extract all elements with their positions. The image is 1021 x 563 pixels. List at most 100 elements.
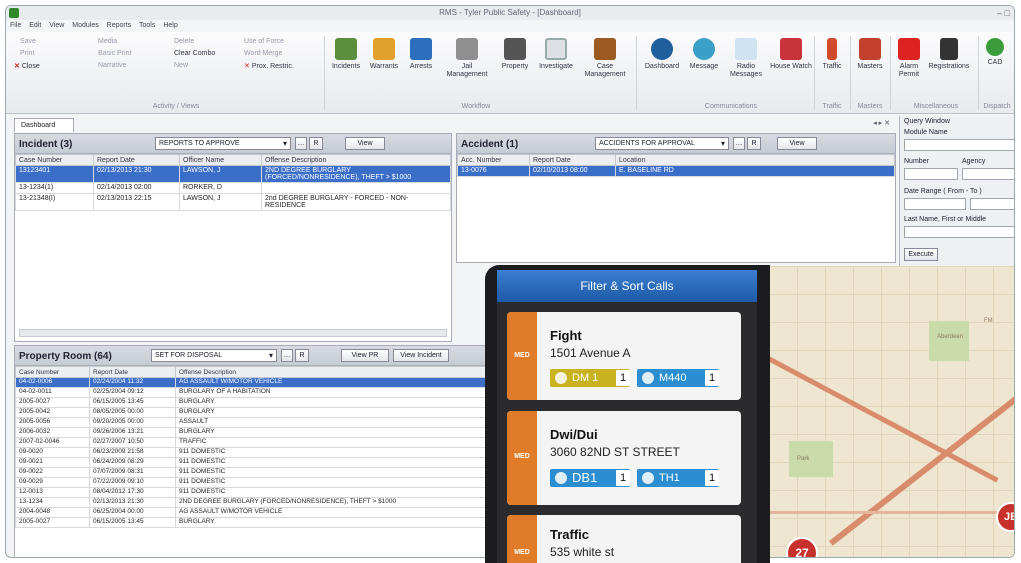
delete-button[interactable]: Delete [174,38,194,45]
table-row[interactable]: 13-0076 02/10/2013 08:00 E. BASELINE RD [457,165,895,177]
horizontal-scrollbar[interactable] [19,329,447,337]
accident-filter-select[interactable]: ACCIDENTS FOR APPROVAL [595,137,729,150]
menu-edit[interactable]: Edit [29,22,41,29]
save-button[interactable]: Save [20,38,36,45]
table-row[interactable]: 13123401 02/13/2013 21:30 LAWSON, J 2ND DEG… [15,165,451,183]
masters-button[interactable]: Masters [852,38,888,71]
table-row[interactable]: 09-0029 07/22/2009 09:10 911 DOMESTIC [15,477,493,488]
table-row[interactable]: 13-1234(1) 02/14/2013 02:00 RORKER, D [15,182,451,194]
group-traffic: Traffic [822,103,842,110]
agency-select[interactable] [962,168,1014,180]
basic-print-button[interactable]: Basic Print [98,50,131,57]
date-to-input[interactable] [970,198,1014,210]
table-row[interactable]: 2004-0048 06/25/2004 00:00 AG ASSAULT W/MO… [15,507,493,518]
table-row[interactable]: 04-02-0006 02/24/2004 11:32 AG ASSAULT W/M… [15,377,493,388]
jail-management-button[interactable]: Jail Management [446,38,488,79]
table-row[interactable]: 2005-0042 08/05/2005 00:00 BURGLARY [15,407,493,418]
col-case-number[interactable]: Case Number [15,154,94,166]
unit-badge[interactable]: DM 11 [550,369,630,387]
radio-messages-button[interactable]: Radio Messages [726,38,766,79]
col-report-date[interactable]: Report Date [529,154,616,166]
table-row[interactable]: 2007-02-0046 02/27/2007 10:50 TRAFFIC [15,437,493,448]
menu-view[interactable]: View [49,22,64,29]
map-view[interactable]: FM Aberdeen Park 27 JB [769,266,1014,557]
col-case-number[interactable]: Case Number [15,366,90,378]
window-controls[interactable]: – □ [997,6,1010,20]
arrests-button[interactable]: Arrests [404,38,438,71]
new-button[interactable]: New [174,62,188,69]
tab-close-icon[interactable]: ◂ ▸ ✕ [873,119,890,127]
arrests-icon [410,38,432,60]
use-of-force-button[interactable]: Use of Force [244,38,284,45]
col-offense-description[interactable]: Offense Description [175,366,493,378]
close-button[interactable]: ✕ Close [14,62,40,70]
accident-refresh-button[interactable]: R [747,137,761,150]
table-row[interactable]: 12-0013 08/04/2012 17:30 911 DOMESTIC [15,487,493,498]
unit-badge[interactable]: TH1 1 [637,469,719,487]
clear-combo-button[interactable]: Clear Combo [174,50,215,57]
warrants-button[interactable]: Warrants [366,38,402,71]
menu-reports[interactable]: Reports [107,22,132,29]
table-row[interactable]: 13-21348(I) 02/13/2013 22:15 LAWSON, J 2nd … [15,193,451,211]
date-from-input[interactable] [904,198,966,210]
unit-badge[interactable]: DB1 1 [550,469,630,487]
col-offense-description[interactable]: Offense Description [261,154,451,166]
property-ellipsis-button[interactable]: … [281,349,293,362]
execute-button[interactable]: Execute [904,248,938,261]
menu-help[interactable]: Help [163,22,177,29]
cell: 09-0020 [15,447,90,458]
accident-ellipsis-button[interactable]: … [733,137,745,150]
table-row[interactable]: 2005-0027 06/15/2005 13:45 BURGLARY [15,517,493,528]
narrative-button[interactable]: Narrative [98,62,126,69]
menu-tools[interactable]: Tools [139,22,155,29]
table-row[interactable]: 04-02-0011 02/25/2004 09:12 BURGLARY OF A … [15,387,493,398]
dashboard-button[interactable]: Dashboard [640,38,684,71]
col-location[interactable]: Location [615,154,895,166]
table-row[interactable]: 09-0021 06/24/2009 08:29 911 DOMESTIC [15,457,493,468]
incident-filter-select[interactable]: REPORTS TO APPROVE [155,137,291,150]
col-officer-name[interactable]: Officer Name [179,154,262,166]
col-report-date[interactable]: Report Date [89,366,176,378]
incident-ellipsis-button[interactable]: … [295,137,307,150]
property-filter-select[interactable]: SET FOR DISPOSAL [151,349,277,362]
word-merge-button[interactable]: Word Merge [244,50,282,57]
col-acc-number[interactable]: Acc. Number [457,154,530,166]
menu-file[interactable]: File [10,22,21,29]
table-row[interactable]: 13-1234 02/13/2013 21:30 2ND DEGREE BURGLA… [15,497,493,508]
view-incident-button[interactable]: View Incident [393,349,449,362]
table-row[interactable]: 2005-0056 09/20/2005 00:00 ASSAULT [15,417,493,428]
print-button[interactable]: Print [20,50,34,57]
case-management-button[interactable]: Case Management [584,38,626,79]
unit-badge[interactable]: M440 1 [637,369,719,387]
property-refresh-button[interactable]: R [295,349,309,362]
table-row[interactable]: 09-0022 07/07/2009 08:31 911 DOMESTIC [15,467,493,478]
incident-refresh-button[interactable]: R [309,137,323,150]
alarm-permit-button[interactable]: Alarm Permit [894,38,924,79]
call-card-dwi-dui[interactable]: MED Dwi/Dui 3060 82ND ST STREET DB1 1 TH1… [507,411,741,505]
table-row[interactable]: 09-0020 06/23/2009 21:58 911 DOMESTIC [15,447,493,458]
cad-button[interactable]: CAD [982,38,1008,67]
name-input[interactable] [904,226,1014,238]
house-watch-button[interactable]: House Watch [770,38,812,71]
module-name-select[interactable] [904,139,1014,151]
incidents-button[interactable]: Incidents [328,38,364,71]
call-card-fight[interactable]: MED Fight 1501 Avenue A DM 11 M440 1 [507,312,741,400]
property-button[interactable]: Property [496,38,534,71]
filter-sort-calls-button[interactable]: Filter & Sort Calls [497,270,757,302]
table-row[interactable]: 2006-0032 09/26/2006 13:21 BURGLARY [15,427,493,438]
accident-view-button[interactable]: View [777,137,817,150]
view-pr-button[interactable]: View PR [341,349,389,362]
registrations-button[interactable]: Registrations [926,38,972,71]
col-report-date[interactable]: Report Date [93,154,180,166]
investigate-button[interactable]: Investigate [536,38,576,71]
table-row[interactable]: 2005-0027 06/15/2005 13:45 BURGLARY [15,397,493,408]
message-button[interactable]: Message [686,38,722,71]
media-button[interactable]: Media [98,38,117,45]
incident-view-button[interactable]: View [345,137,385,150]
prox-restric-button[interactable]: ✕ Prox. Restric. [244,62,294,70]
call-card-traffic[interactable]: MED Traffic 535 white st [507,515,741,563]
number-input[interactable] [904,168,958,180]
menu-modules[interactable]: Modules [72,22,98,29]
tab-dashboard[interactable]: Dashboard [14,118,74,132]
traffic-button[interactable]: Traffic [816,38,848,71]
